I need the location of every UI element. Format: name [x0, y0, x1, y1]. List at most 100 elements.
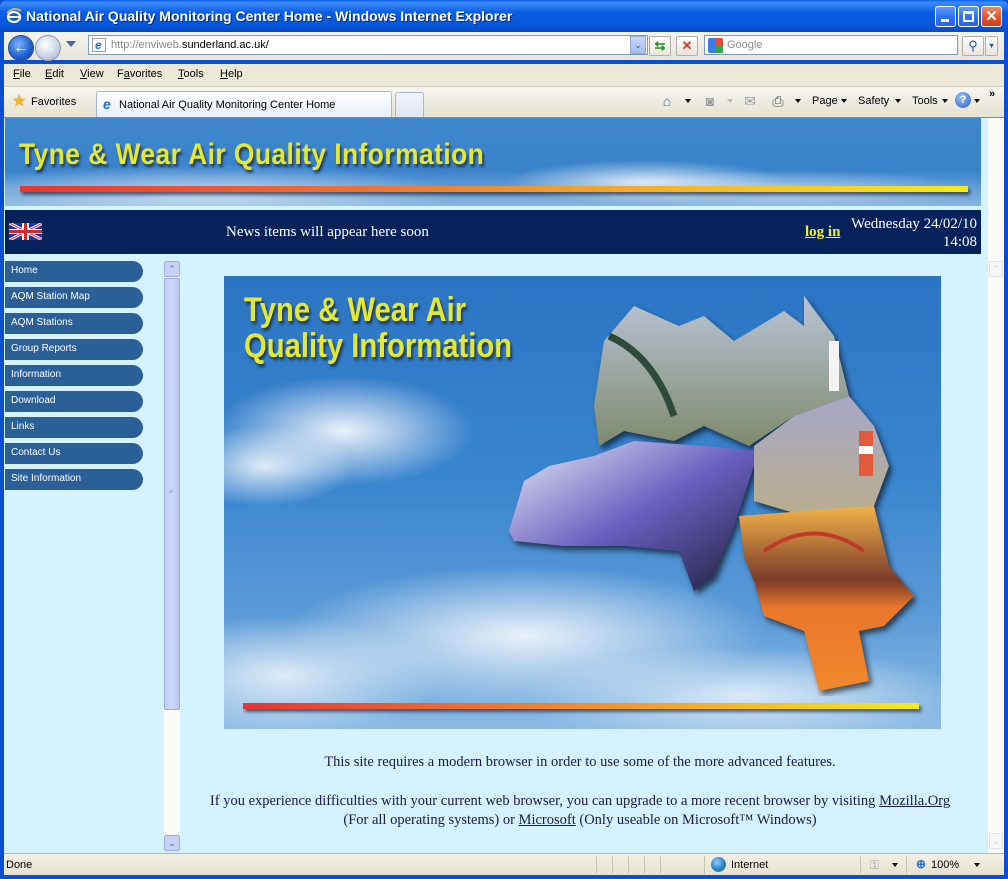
window-bottom-border — [0, 875, 1008, 879]
maximize-icon — [963, 11, 974, 22]
protected-mode-caret[interactable] — [892, 863, 898, 867]
internet-zone-globe-icon — [711, 857, 726, 872]
page-scroll-up-icon[interactable]: ⌃ — [989, 261, 1003, 277]
banner-gradient-bar — [20, 186, 968, 192]
back-arrow-icon: ← — [13, 39, 29, 56]
hero-image: Tyne & Wear Air Quality Information — [224, 276, 941, 729]
address-protocol: http://enviweb. — [111, 39, 182, 51]
menu-help[interactable]: Help — [220, 68, 243, 80]
nav-home[interactable]: Home — [5, 261, 143, 282]
nav-site-information[interactable]: Site Information — [5, 469, 143, 490]
nav-download[interactable]: Download — [5, 391, 143, 412]
menu-file[interactable]: File — [13, 68, 31, 80]
page-menu[interactable]: Page — [812, 95, 838, 107]
nav-aqm-station-map[interactable]: AQM Station Map — [5, 287, 143, 308]
menu-view[interactable]: View — [80, 68, 104, 80]
nav-aqm-stations[interactable]: AQM Stations — [5, 313, 143, 334]
mozilla-link[interactable]: Mozilla.Org — [879, 793, 950, 809]
favorites-button[interactable]: Favorites — [31, 96, 76, 108]
status-divider — [596, 856, 597, 874]
search-options-dropdown[interactable]: ▾ — [985, 36, 998, 56]
menu-favorites[interactable]: Favorites — [117, 68, 162, 80]
protected-mode-icon[interactable]: ⚿ — [870, 858, 884, 872]
read-mail-icon[interactable]: ✉ — [741, 92, 759, 110]
page-icon — [92, 36, 106, 54]
home-dropdown-caret[interactable] — [685, 99, 691, 103]
print-dropdown-caret[interactable] — [795, 99, 801, 103]
favorites-bar: ★ Favorites e National Air Quality Monit… — [4, 86, 1004, 118]
upgrade-text-1: If you experience difficulties with your… — [209, 793, 880, 809]
uk-flag-icon[interactable] — [9, 223, 42, 240]
sidebar-nav: Home AQM Station Map AQM Stations Group … — [5, 261, 148, 495]
sidebar-scroll-up-icon[interactable]: ⌃ — [164, 261, 180, 277]
refresh-button[interactable]: ⇆ — [649, 36, 671, 56]
new-tab-button[interactable] — [395, 92, 424, 118]
page-scroll-down-icon[interactable]: ⌄ — [989, 833, 1003, 849]
address-dropdown-button[interactable]: ⌄ — [630, 36, 646, 54]
current-date: Wednesday 24/02/10 — [851, 216, 977, 232]
tools-menu[interactable]: Tools — [912, 95, 938, 107]
nav-links[interactable]: Links — [5, 417, 143, 438]
safety-menu[interactable]: Safety — [858, 95, 889, 107]
more-commands-chevron-icon[interactable]: » — [989, 88, 995, 100]
address-domain: sunderland.ac.uk — [181, 39, 266, 51]
menu-tools[interactable]: Tools — [178, 68, 204, 80]
help-dropdown-caret[interactable] — [974, 99, 980, 103]
zoom-magnifier-icon[interactable]: ⊕ — [916, 857, 930, 871]
feeds-dropdown-caret[interactable] — [727, 99, 733, 103]
microsoft-link[interactable]: Microsoft — [519, 812, 576, 828]
sidebar-scroll-down-icon[interactable]: ⌄ — [164, 835, 180, 851]
recent-pages-dropdown[interactable] — [66, 41, 76, 47]
favorites-star-icon[interactable]: ★ — [12, 94, 28, 110]
security-zone[interactable]: Internet — [731, 859, 768, 871]
tools-menu-caret — [942, 99, 948, 103]
nav-information[interactable]: Information — [5, 365, 143, 386]
stop-button[interactable]: ✕ — [676, 36, 698, 56]
minimize-button[interactable] — [935, 6, 956, 27]
status-text: Done — [6, 859, 33, 871]
page-viewport: Tyne & Wear Air Quality Information News… — [4, 117, 1004, 853]
upgrade-text-3: (Only useable on Microsoft™ Windows) — [575, 812, 817, 828]
home-icon[interactable]: ⌂ — [658, 92, 676, 110]
safety-menu-caret — [895, 99, 901, 103]
tab-ie-icon: e — [103, 96, 111, 112]
sidebar-scroll-thumb[interactable]: ≡ — [164, 278, 180, 710]
tab-title: National Air Quality Monitoring Center H… — [119, 99, 336, 111]
zoom-level[interactable]: 100% — [931, 859, 959, 871]
page-scrollbar[interactable]: ⌃ ⌄ — [987, 118, 1004, 853]
hero-gradient-bar — [243, 703, 919, 709]
tab-national-air-quality[interactable]: e National Air Quality Monitoring Center… — [96, 91, 392, 118]
news-ticker: News items will appear here soon — [226, 224, 429, 240]
back-button[interactable]: ← — [8, 35, 34, 61]
print-icon[interactable]: ⎙ — [769, 92, 787, 110]
help-icon[interactable]: ? — [955, 92, 971, 108]
search-button[interactable]: ⚲ — [962, 36, 984, 56]
close-button[interactable]: ✕ — [981, 6, 1002, 27]
forward-arrow-icon: → — [40, 39, 56, 56]
status-bar: Done Internet ⚿ ⊕ 100% — [4, 853, 1004, 875]
close-icon: ✕ — [985, 8, 998, 25]
menu-bar: File Edit View Favorites Tools Help — [4, 64, 1004, 86]
status-divider — [612, 856, 613, 874]
maximize-button[interactable] — [958, 6, 979, 27]
forward-button[interactable]: → — [35, 35, 61, 61]
login-link[interactable]: log in — [805, 224, 840, 241]
menu-edit[interactable]: Edit — [45, 68, 64, 80]
search-input[interactable]: Google — [704, 35, 958, 55]
zoom-dropdown-caret[interactable] — [974, 863, 980, 867]
hero-title-line2: Quality Information — [244, 327, 513, 365]
status-divider — [906, 856, 907, 874]
feeds-icon[interactable]: ◙ — [701, 92, 719, 110]
map-region-gateshead — [509, 441, 759, 591]
status-divider — [860, 856, 861, 874]
address-bar[interactable]: http://enviweb.sunderland.ac.uk/ — [88, 35, 648, 55]
sidebar-scrollbar[interactable]: ⌃ ≡ ⌄ — [164, 261, 180, 851]
nav-contact-us[interactable]: Contact Us — [5, 443, 143, 464]
status-divider — [704, 856, 705, 874]
hero-title-line1: Tyne & Wear Air — [244, 291, 467, 329]
upgrade-text-2: (For all operating systems) or — [343, 812, 519, 828]
hero-title: Tyne & Wear Air Quality Information — [244, 292, 512, 364]
status-divider — [660, 856, 661, 874]
site-banner: Tyne & Wear Air Quality Information — [5, 118, 981, 206]
nav-group-reports[interactable]: Group Reports — [5, 339, 143, 360]
